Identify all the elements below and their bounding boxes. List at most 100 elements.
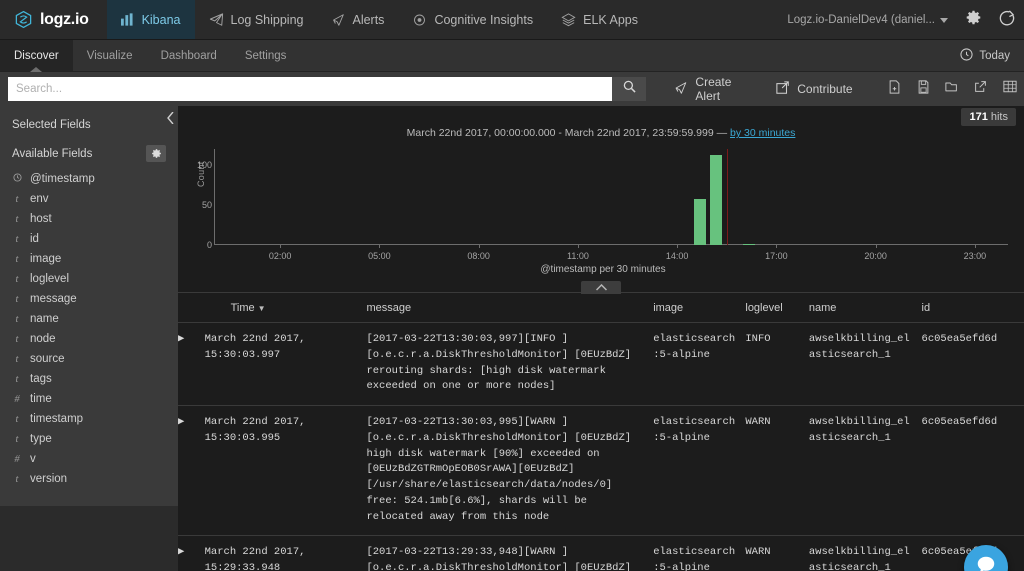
settings-gear-button[interactable] xyxy=(956,0,990,39)
new-search-button[interactable] xyxy=(880,72,909,106)
hits-badge: 171 hits xyxy=(961,108,1016,126)
table-row[interactable]: ▶ March 22nd 2017, 15:29:33.948 [2017-03… xyxy=(178,535,1024,571)
contribute-button[interactable]: Contribute xyxy=(763,72,865,106)
nav-item-cognitive-insights[interactable]: Cognitive Insights xyxy=(398,0,547,39)
hits-count: 171 xyxy=(969,111,988,123)
histogram-chart: 171 hits March 22nd 2017, 00:00:00.000 -… xyxy=(178,106,1024,294)
cell-time: March 22nd 2017, 15:30:03.995 xyxy=(204,405,367,537)
sidebar-field-timestamp[interactable]: @timestamp xyxy=(0,169,178,189)
tab-label: Settings xyxy=(244,49,287,62)
chart-bar[interactable] xyxy=(710,154,723,245)
chart-x-axis-label: @timestamp per 30 minutes xyxy=(540,264,666,275)
nav-item-kibana[interactable]: Kibana xyxy=(106,0,195,39)
sidebar-collapse-button[interactable] xyxy=(167,111,175,127)
sidebar-field-v[interactable]: # v xyxy=(0,449,178,469)
chart-x-tickmark xyxy=(776,244,778,248)
kibana-discover-page: logz.io Kibana Log Shipping Alerts Cogni… xyxy=(0,0,1024,571)
string-type-icon: t xyxy=(15,333,19,345)
new-document-icon xyxy=(888,79,901,99)
sidebar-field-label: message xyxy=(30,293,77,305)
sidebar-field-label: env xyxy=(30,193,49,205)
cell-loglevel: WARN xyxy=(745,535,809,571)
tab-settings[interactable]: Settings xyxy=(231,40,301,71)
sidebar-field-type[interactable]: t type xyxy=(0,429,178,449)
column-header-loglevel[interactable]: loglevel xyxy=(745,293,809,323)
table-view-button[interactable] xyxy=(995,72,1024,106)
search-submit-button[interactable] xyxy=(612,77,646,101)
chart-bar[interactable] xyxy=(693,199,706,245)
chart-interval-link[interactable]: by 30 minutes xyxy=(730,127,795,139)
row-expand-toggle[interactable]: ▶ xyxy=(178,405,205,537)
table-row[interactable]: ▶ March 22nd 2017, 15:30:03.997 [2017-03… xyxy=(178,322,1024,406)
sidebar-field-label: source xyxy=(30,353,65,365)
nav-item-label: Log Shipping xyxy=(230,12,304,27)
sidebar-field-message[interactable]: t message xyxy=(0,289,178,309)
tab-discover[interactable]: Discover xyxy=(0,40,73,71)
sidebar-field-source[interactable]: t source xyxy=(0,349,178,369)
column-header-id[interactable]: id xyxy=(921,293,1024,323)
sidebar-field-id[interactable]: t id xyxy=(0,229,178,249)
save-search-button[interactable] xyxy=(909,72,938,106)
sidebar-field-name[interactable]: t name xyxy=(0,309,178,329)
tab-dashboard[interactable]: Dashboard xyxy=(147,40,231,71)
table-body: ▶ March 22nd 2017, 15:30:03.997 [2017-03… xyxy=(178,322,1024,571)
sidebar-field-label: type xyxy=(30,433,52,445)
cell-message: [2017-03-22T13:30:03,995][WARN ][o.e.c.r… xyxy=(366,405,654,537)
paper-plane-icon xyxy=(209,12,224,27)
share-button[interactable] xyxy=(966,72,995,106)
sub-navigation-tabs: Discover Visualize Dashboard Settings To… xyxy=(0,40,1024,72)
open-search-button[interactable] xyxy=(938,72,967,106)
column-label: message xyxy=(366,302,412,314)
cell-loglevel: INFO xyxy=(745,322,809,406)
field-settings-button[interactable] xyxy=(146,145,166,162)
column-header-name[interactable]: name xyxy=(808,293,922,323)
sidebar-field-version[interactable]: t version xyxy=(0,469,178,489)
sidebar-field-image[interactable]: t image xyxy=(0,249,178,269)
sidebar-field-loglevel[interactable]: t loglevel xyxy=(0,269,178,289)
chart-bar[interactable] xyxy=(743,243,756,245)
chart-x-tick: 20:00 xyxy=(864,251,887,261)
chart-x-tick: 05:00 xyxy=(368,251,391,261)
sidebar-field-node[interactable]: t node xyxy=(0,329,178,349)
column-header-message[interactable]: message xyxy=(366,293,654,323)
nav-item-log-shipping[interactable]: Log Shipping xyxy=(195,0,318,39)
sidebar-field-host[interactable]: t host xyxy=(0,209,178,229)
sidebar-field-tags[interactable]: t tags xyxy=(0,369,178,389)
string-type-icon: t xyxy=(15,273,19,285)
string-type-icon: t xyxy=(15,253,19,265)
sidebar-field-label: @timestamp xyxy=(30,173,95,185)
sidebar-field-timestamp-str[interactable]: t timestamp xyxy=(0,409,178,429)
sort-desc-caret-icon: ▼ xyxy=(257,304,266,313)
tab-visualize[interactable]: Visualize xyxy=(73,40,147,71)
chart-collapse-handle[interactable] xyxy=(581,281,621,294)
sidebar-field-label: time xyxy=(30,393,52,405)
open-folder-icon xyxy=(945,80,959,98)
nav-item-elk-apps[interactable]: ELK Apps xyxy=(547,0,652,39)
sidebar-field-time[interactable]: # time xyxy=(0,389,178,409)
brand-name: logz.io xyxy=(40,10,89,28)
cell-loglevel: WARN xyxy=(745,405,809,537)
logzio-logo[interactable]: logz.io xyxy=(0,0,107,39)
row-expand-toggle[interactable]: ▶ xyxy=(178,535,205,571)
create-alert-button[interactable]: Create Alert xyxy=(660,72,763,106)
search-input[interactable] xyxy=(8,77,612,101)
account-name: Logz.io-DanielDev4 (daniel... xyxy=(787,13,935,26)
logout-button[interactable] xyxy=(990,0,1024,39)
save-icon xyxy=(917,79,930,99)
hits-label: hits xyxy=(990,111,1008,123)
sidebar-field-env[interactable]: t env xyxy=(0,189,178,209)
logout-icon xyxy=(999,9,1016,31)
column-header-image[interactable]: image xyxy=(653,293,746,323)
table-row[interactable]: ▶ March 22nd 2017, 15:30:03.995 [2017-03… xyxy=(178,405,1024,537)
string-type-icon: t xyxy=(15,313,19,325)
string-type-icon: t xyxy=(15,293,19,305)
column-header-time[interactable]: Time ▼ xyxy=(204,293,367,323)
nav-item-alerts[interactable]: Alerts xyxy=(317,0,398,39)
account-menu[interactable]: Logz.io-DanielDev4 (daniel... xyxy=(779,0,956,39)
time-range-picker[interactable]: Today xyxy=(946,40,1024,71)
chart-plot-area[interactable]: Count @timestamp per 30 minutes 0 50 100 02… xyxy=(196,149,1008,275)
documents-table: Time ▼ message image loglevel name id ▶ M… xyxy=(178,293,1024,571)
selected-fields-label: Selected Fields xyxy=(12,119,91,131)
row-expand-toggle[interactable]: ▶ xyxy=(178,322,205,406)
